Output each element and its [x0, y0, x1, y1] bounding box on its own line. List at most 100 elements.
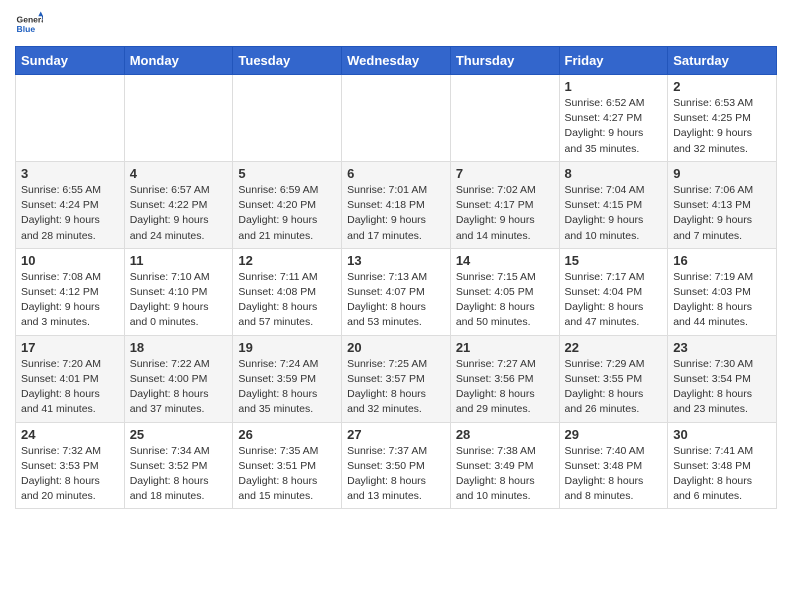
calendar-cell: 29Sunrise: 7:40 AM Sunset: 3:48 PM Dayli… [559, 422, 668, 509]
calendar-cell: 28 Sunrise: 7:38 AM Sunset: 3:49 PM Dayli… [450, 422, 559, 509]
day-info: Sunrise: 7:25 AM Sunset: 3:57 PM Dayligh… [347, 357, 445, 418]
day-number: 22 [565, 340, 663, 355]
day-info: Sunrise: 7:32 AM Sunset: 3:53 PM Dayligh… [21, 444, 119, 505]
day-info: Sunrise: 7:15 AM Sunset: 4:05 PM Dayligh… [456, 270, 554, 331]
day-number: 21 [456, 340, 554, 355]
calendar-cell: 1 Sunrise: 6:52 AM Sunset: 4:27 PM Daylig… [559, 75, 668, 162]
weekday-header-friday: Friday [559, 47, 668, 75]
calendar-cell: 2 Sunrise: 6:53 AM Sunset: 4:25 PM Daylig… [668, 75, 777, 162]
calendar-cell [16, 75, 125, 162]
logo: General Blue [15, 10, 45, 38]
calendar-cell: 22 Sunrise: 7:29 AM Sunset: 3:55 PM Dayli… [559, 335, 668, 422]
day-number: 20 [347, 340, 445, 355]
calendar-cell: 16Sunrise: 7:19 AM Sunset: 4:03 PM Dayli… [668, 248, 777, 335]
day-info: Sunrise: 7:27 AM Sunset: 3:56 PM Dayligh… [456, 357, 554, 418]
day-info: Sunrise: 7:10 AM Sunset: 4:10 PM Dayligh… [130, 270, 228, 331]
day-info: Sunrise: 7:02 AM Sunset: 4:17 PM Dayligh… [456, 183, 554, 244]
day-number: 12 [238, 253, 336, 268]
calendar-cell: 17 Sunrise: 7:20 AM Sunset: 4:01 PM Dayli… [16, 335, 125, 422]
day-number: 7 [456, 166, 554, 181]
day-number: 17 [21, 340, 119, 355]
logo-icon: General Blue [15, 10, 43, 38]
calendar-cell: 7 Sunrise: 7:02 AM Sunset: 4:17 PM Daylig… [450, 161, 559, 248]
day-info: Sunrise: 7:01 AM Sunset: 4:18 PM Dayligh… [347, 183, 445, 244]
day-info: Sunrise: 6:57 AM Sunset: 4:22 PM Dayligh… [130, 183, 228, 244]
day-info: Sunrise: 7:20 AM Sunset: 4:01 PM Dayligh… [21, 357, 119, 418]
day-number: 11 [130, 253, 228, 268]
weekday-header-monday: Monday [124, 47, 233, 75]
day-number: 30 [673, 427, 771, 442]
day-info: Sunrise: 7:29 AM Sunset: 3:55 PM Dayligh… [565, 357, 663, 418]
calendar-cell: 11 Sunrise: 7:10 AM Sunset: 4:10 PM Dayli… [124, 248, 233, 335]
day-number: 15 [565, 253, 663, 268]
day-info: Sunrise: 7:17 AM Sunset: 4:04 PM Dayligh… [565, 270, 663, 331]
calendar-cell: 6Sunrise: 7:01 AM Sunset: 4:18 PM Daylig… [342, 161, 451, 248]
weekday-header-saturday: Saturday [668, 47, 777, 75]
calendar-cell [124, 75, 233, 162]
calendar-cell: 27 Sunrise: 7:37 AM Sunset: 3:50 PM Dayli… [342, 422, 451, 509]
calendar-cell [233, 75, 342, 162]
calendar-cell: 3 Sunrise: 6:55 AM Sunset: 4:24 PM Daylig… [16, 161, 125, 248]
day-info: Sunrise: 7:08 AM Sunset: 4:12 PM Dayligh… [21, 270, 119, 331]
day-info: Sunrise: 7:24 AM Sunset: 3:59 PM Dayligh… [238, 357, 336, 418]
day-number: 1 [565, 79, 663, 94]
calendar-cell: 8Sunrise: 7:04 AM Sunset: 4:15 PM Daylig… [559, 161, 668, 248]
calendar-cell: 23 Sunrise: 7:30 AM Sunset: 3:54 PM Dayli… [668, 335, 777, 422]
day-number: 16 [673, 253, 771, 268]
calendar-cell [342, 75, 451, 162]
calendar-cell: 5Sunrise: 6:59 AM Sunset: 4:20 PM Daylig… [233, 161, 342, 248]
day-info: Sunrise: 7:22 AM Sunset: 4:00 PM Dayligh… [130, 357, 228, 418]
day-info: Sunrise: 7:11 AM Sunset: 4:08 PM Dayligh… [238, 270, 336, 331]
calendar-cell: 13Sunrise: 7:13 AM Sunset: 4:07 PM Dayli… [342, 248, 451, 335]
day-info: Sunrise: 7:35 AM Sunset: 3:51 PM Dayligh… [238, 444, 336, 505]
day-number: 2 [673, 79, 771, 94]
weekday-header-tuesday: Tuesday [233, 47, 342, 75]
calendar-cell: 4 Sunrise: 6:57 AM Sunset: 4:22 PM Daylig… [124, 161, 233, 248]
day-info: Sunrise: 7:38 AM Sunset: 3:49 PM Dayligh… [456, 444, 554, 505]
calendar-cell: 24 Sunrise: 7:32 AM Sunset: 3:53 PM Dayli… [16, 422, 125, 509]
day-number: 23 [673, 340, 771, 355]
day-info: Sunrise: 7:30 AM Sunset: 3:54 PM Dayligh… [673, 357, 771, 418]
day-info: Sunrise: 7:06 AM Sunset: 4:13 PM Dayligh… [673, 183, 771, 244]
day-info: Sunrise: 6:53 AM Sunset: 4:25 PM Dayligh… [673, 96, 771, 157]
day-number: 18 [130, 340, 228, 355]
day-number: 14 [456, 253, 554, 268]
day-info: Sunrise: 7:40 AM Sunset: 3:48 PM Dayligh… [565, 444, 663, 505]
day-number: 25 [130, 427, 228, 442]
calendar-cell: 19 Sunrise: 7:24 AM Sunset: 3:59 PM Dayli… [233, 335, 342, 422]
week-row-3: 10 Sunrise: 7:08 AM Sunset: 4:12 PM Dayli… [16, 248, 777, 335]
day-number: 3 [21, 166, 119, 181]
calendar-cell: 15 Sunrise: 7:17 AM Sunset: 4:04 PM Dayli… [559, 248, 668, 335]
week-row-2: 3 Sunrise: 6:55 AM Sunset: 4:24 PM Daylig… [16, 161, 777, 248]
calendar-cell: 18 Sunrise: 7:22 AM Sunset: 4:00 PM Dayli… [124, 335, 233, 422]
day-number: 24 [21, 427, 119, 442]
calendar-cell: 30 Sunrise: 7:41 AM Sunset: 3:48 PM Dayli… [668, 422, 777, 509]
calendar: SundayMondayTuesdayWednesdayThursdayFrid… [15, 46, 777, 509]
calendar-cell: 9Sunrise: 7:06 AM Sunset: 4:13 PM Daylig… [668, 161, 777, 248]
day-info: Sunrise: 6:55 AM Sunset: 4:24 PM Dayligh… [21, 183, 119, 244]
day-info: Sunrise: 7:04 AM Sunset: 4:15 PM Dayligh… [565, 183, 663, 244]
calendar-cell: 25Sunrise: 7:34 AM Sunset: 3:52 PM Dayli… [124, 422, 233, 509]
weekday-header-thursday: Thursday [450, 47, 559, 75]
svg-text:Blue: Blue [17, 24, 36, 34]
calendar-cell: 12 Sunrise: 7:11 AM Sunset: 4:08 PM Dayli… [233, 248, 342, 335]
day-info: Sunrise: 7:13 AM Sunset: 4:07 PM Dayligh… [347, 270, 445, 331]
day-number: 26 [238, 427, 336, 442]
calendar-cell: 14 Sunrise: 7:15 AM Sunset: 4:05 PM Dayli… [450, 248, 559, 335]
calendar-cell: 20 Sunrise: 7:25 AM Sunset: 3:57 PM Dayli… [342, 335, 451, 422]
day-number: 19 [238, 340, 336, 355]
weekday-header-wednesday: Wednesday [342, 47, 451, 75]
week-row-4: 17 Sunrise: 7:20 AM Sunset: 4:01 PM Dayli… [16, 335, 777, 422]
day-number: 5 [238, 166, 336, 181]
weekday-header-row: SundayMondayTuesdayWednesdayThursdayFrid… [16, 47, 777, 75]
day-info: Sunrise: 7:41 AM Sunset: 3:48 PM Dayligh… [673, 444, 771, 505]
calendar-cell [450, 75, 559, 162]
day-info: Sunrise: 7:37 AM Sunset: 3:50 PM Dayligh… [347, 444, 445, 505]
day-number: 28 [456, 427, 554, 442]
day-number: 10 [21, 253, 119, 268]
calendar-cell: 26 Sunrise: 7:35 AM Sunset: 3:51 PM Dayli… [233, 422, 342, 509]
day-number: 27 [347, 427, 445, 442]
day-info: Sunrise: 6:52 AM Sunset: 4:27 PM Dayligh… [565, 96, 663, 157]
day-number: 4 [130, 166, 228, 181]
header: General Blue [15, 10, 777, 38]
